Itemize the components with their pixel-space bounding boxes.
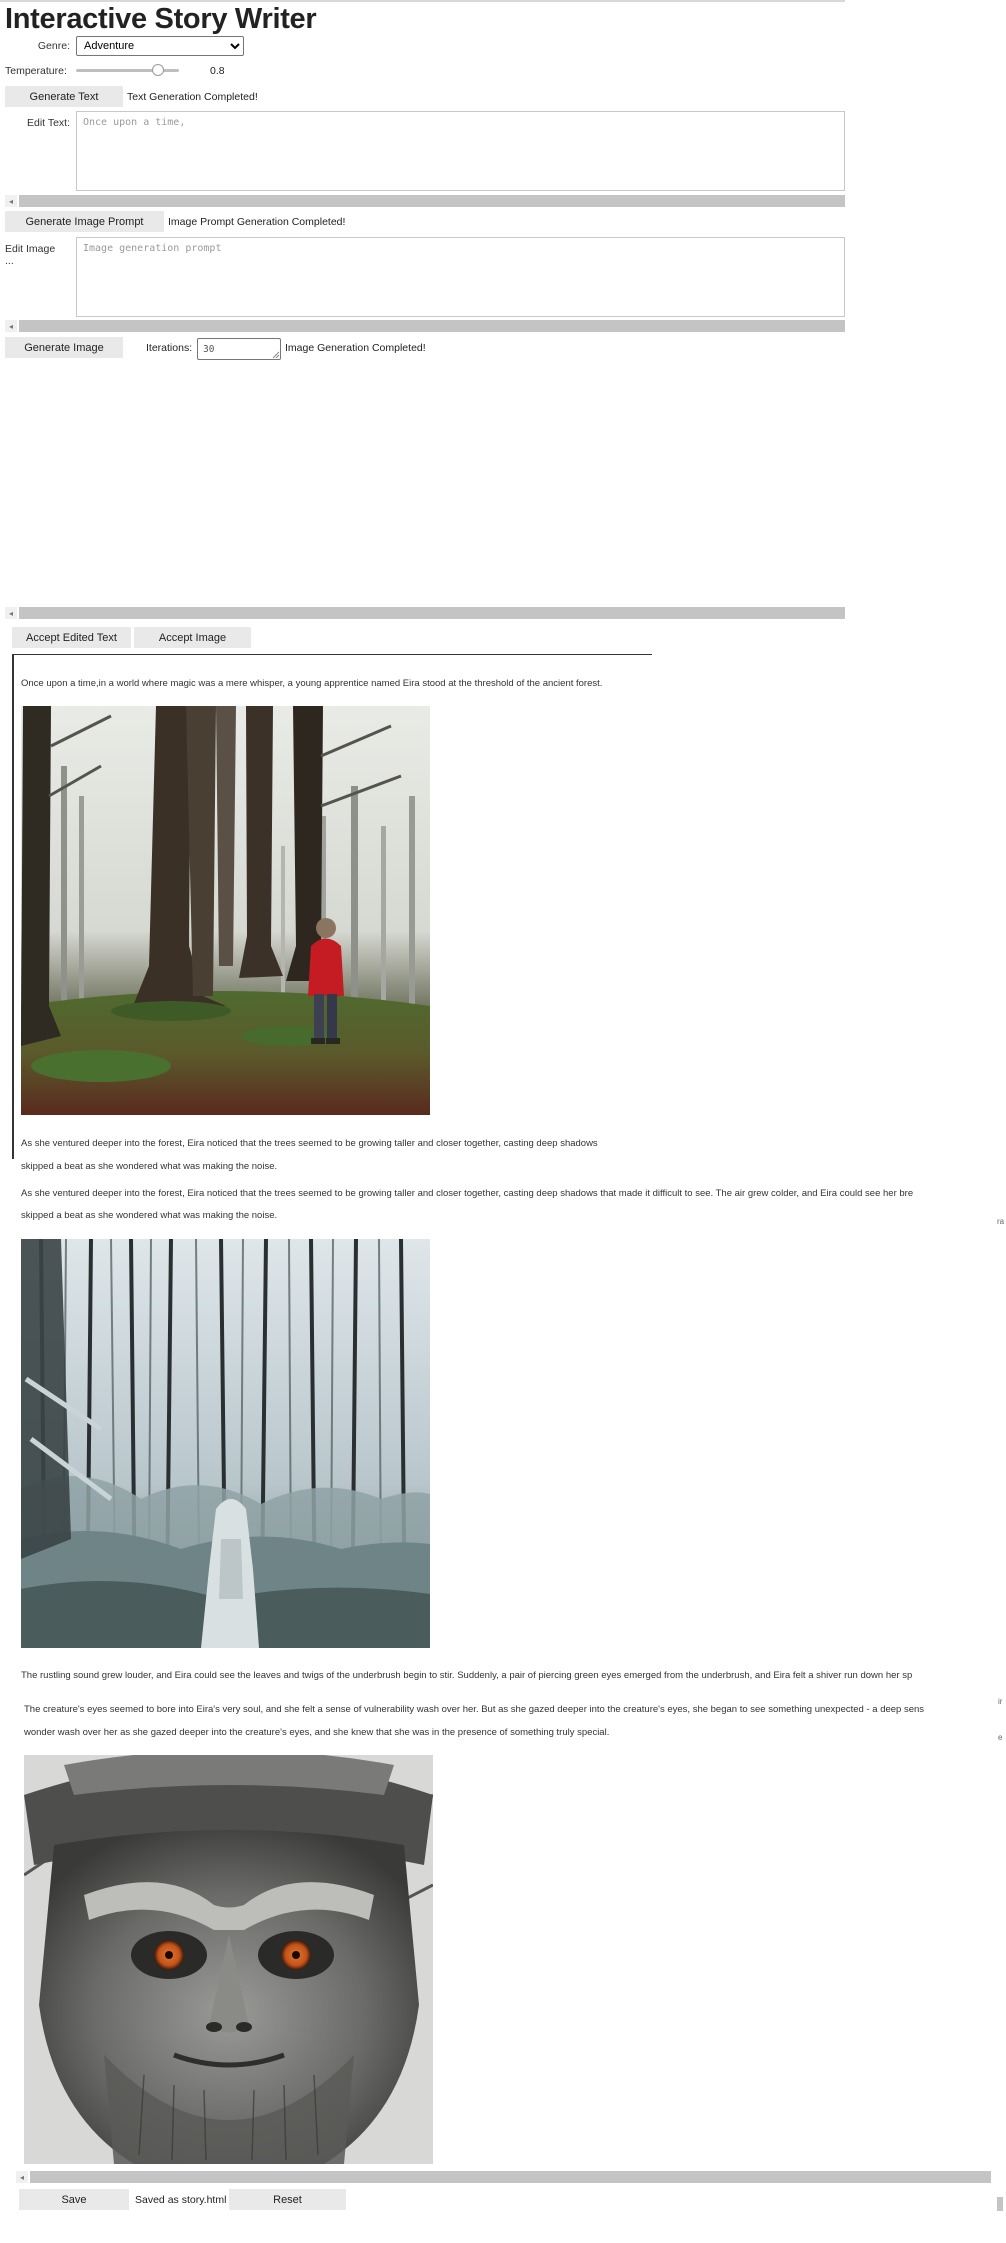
story-paragraph: skipped a beat as she wondered what was …	[21, 1210, 278, 1221]
temperature-slider-thumb[interactable]	[152, 64, 165, 76]
edit-image-label: Edit Image ...	[5, 243, 56, 267]
overflow-text-fragment: e	[998, 1733, 1003, 1742]
iterations-input[interactable]	[197, 338, 281, 360]
temperature-value: 0.8	[210, 65, 225, 77]
overflow-text-fragment: ra	[997, 1217, 1005, 1226]
top-border	[0, 0, 845, 2]
iterations-label: Iterations:	[146, 342, 193, 354]
horizontal-scrollbar[interactable]	[19, 607, 845, 619]
story-paragraph: Once upon a time,in a world where magic …	[21, 678, 603, 689]
accept-image-button[interactable]: Accept Image	[134, 627, 251, 648]
text-status: Text Generation Completed!	[127, 91, 258, 103]
generate-text-button[interactable]: Generate Text	[5, 86, 123, 107]
generate-image-prompt-button[interactable]: Generate Image Prompt	[5, 211, 164, 232]
overflow-text-fragment: ir	[998, 1697, 1003, 1706]
horizontal-scrollbar[interactable]	[19, 320, 845, 332]
vertical-scrollbar-thumb[interactable]	[997, 2197, 1003, 2211]
story-paragraph: The rustling sound grew louder, and Eira…	[21, 1670, 913, 1681]
horizontal-scrollbar[interactable]	[30, 2171, 991, 2183]
generate-image-button[interactable]: Generate Image	[5, 337, 123, 358]
reset-button[interactable]: Reset	[229, 2189, 346, 2210]
save-button[interactable]: Save	[19, 2189, 129, 2210]
scroll-left-icon[interactable]: ◂	[16, 2171, 28, 2183]
story-image-snowy-forest	[21, 1239, 430, 1648]
story-frame-border	[12, 655, 14, 1159]
genre-select[interactable]: Adventure	[76, 36, 244, 56]
story-image-forest	[21, 706, 430, 1115]
story-paragraph: The creature's eyes seemed to bore into …	[24, 1704, 925, 1715]
scroll-left-icon[interactable]: ◂	[5, 195, 17, 207]
page-title: Interactive Story Writer	[5, 3, 317, 35]
story-paragraph: wonder wash over her as she gazed deeper…	[24, 1727, 610, 1738]
horizontal-scrollbar[interactable]	[19, 195, 845, 207]
save-status: Saved as story.html	[135, 2194, 227, 2206]
image-status: Image Generation Completed!	[285, 342, 426, 354]
story-paragraph: As she ventured deeper into the forest, …	[21, 1188, 914, 1199]
prompt-status: Image Prompt Generation Completed!	[168, 216, 346, 228]
scroll-left-icon[interactable]: ◂	[5, 607, 17, 619]
temperature-label: Temperature:	[5, 65, 67, 77]
story-paragraph: skipped a beat as she wondered what was …	[21, 1161, 278, 1172]
scroll-left-icon[interactable]: ◂	[5, 320, 17, 332]
resize-grip-icon[interactable]	[272, 351, 280, 359]
genre-label: Genre:	[37, 40, 70, 52]
accept-edited-text-button[interactable]: Accept Edited Text	[12, 627, 131, 648]
edit-text-label: Edit Text:	[27, 117, 70, 129]
story-paragraph: As she ventured deeper into the forest, …	[21, 1138, 598, 1149]
story-image-creature	[24, 1755, 433, 2164]
story-frame-border	[12, 654, 652, 655]
edit-text-area[interactable]	[76, 111, 845, 191]
edit-image-prompt-area[interactable]	[76, 237, 845, 317]
